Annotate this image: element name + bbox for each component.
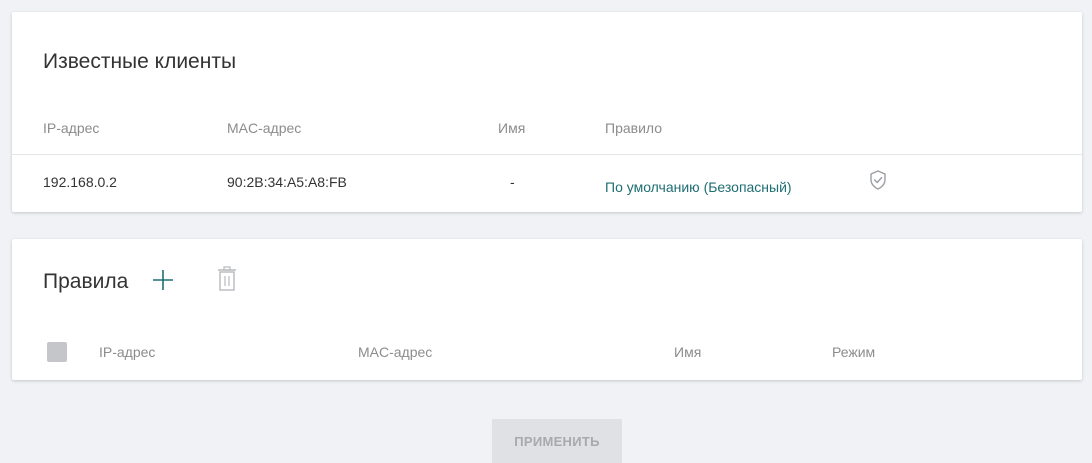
column-header-mac: MAC-адрес [227, 120, 302, 136]
rules-title: Правила [43, 270, 129, 293]
client-ip-cell: 192.168.0.2 [43, 174, 117, 190]
column-header-ip: IP-адрес [43, 120, 100, 136]
shield-check-icon[interactable] [867, 169, 889, 191]
rules-column-header-mac: MAC-адрес [358, 344, 433, 360]
client-rule-link[interactable]: По умолчанию (Безопасный) [605, 179, 792, 195]
column-header-name: Имя [498, 120, 526, 136]
trash-icon[interactable] [215, 265, 239, 293]
rules-column-header-ip: IP-адрес [99, 344, 156, 360]
select-all-checkbox[interactable] [47, 342, 67, 362]
known-clients-card: Известные клиенты IP-адрес MAC-адрес Имя… [12, 12, 1082, 212]
client-mac-cell: 90:2B:34:A5:A8:FB [227, 174, 347, 190]
rules-card: Правила IP-адрес MAC-адрес Имя Режим [12, 239, 1082, 380]
plus-icon[interactable] [149, 266, 177, 294]
table-header-divider [12, 154, 1082, 155]
rules-column-header-name: Имя [674, 344, 702, 360]
client-name-cell: - [510, 174, 515, 190]
known-clients-title: Известные клиенты [43, 50, 237, 73]
apply-button[interactable]: ПРИМЕНИТЬ [492, 419, 622, 463]
rules-column-header-mode: Режим [832, 344, 876, 360]
column-header-rule: Правило [605, 120, 663, 136]
